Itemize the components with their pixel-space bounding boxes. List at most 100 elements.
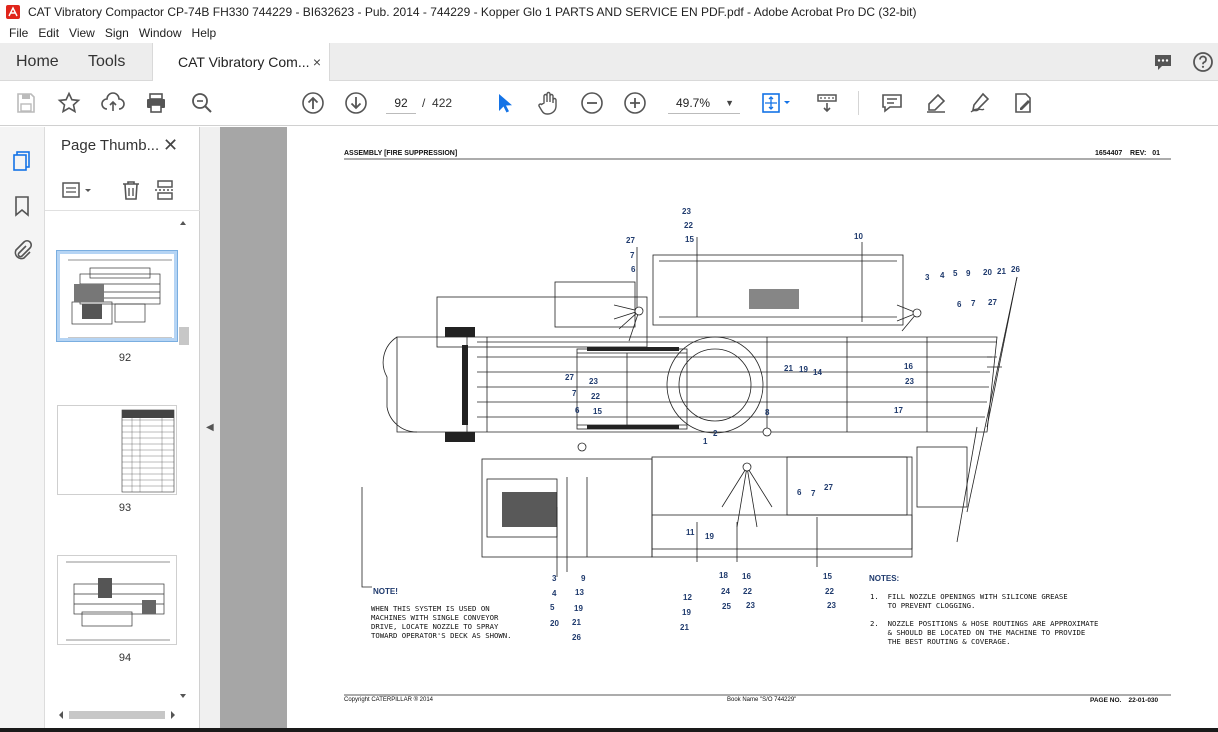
menu-sign[interactable]: Sign — [100, 26, 134, 40]
chat-icon[interactable] — [1152, 51, 1174, 73]
thumbnail-scrollbar[interactable] — [177, 219, 189, 719]
extract-page-icon[interactable] — [153, 179, 177, 201]
callout-number: 6 — [797, 488, 802, 497]
delete-page-icon[interactable] — [119, 179, 143, 201]
callout-number: 7 — [811, 489, 816, 498]
page-header-title: ASSEMBLY [FIRE SUPPRESSION] — [344, 150, 458, 157]
callout-number: 24 — [721, 587, 730, 596]
callout-number: 16 — [742, 572, 751, 581]
zoom-select[interactable]: 49.7% ▼ — [668, 92, 740, 114]
callout-number: 21 — [680, 623, 689, 632]
callout-number: 1 — [703, 437, 708, 446]
sign-icon[interactable] — [968, 91, 992, 115]
callout-number: 20 — [550, 619, 559, 628]
callout-number: 3 — [552, 574, 557, 583]
callout-number: 22 — [591, 392, 600, 401]
document-tab[interactable]: CAT Vibratory Com... × — [152, 43, 330, 82]
page-thumbnails-panel: Page Thumb... ✕ 92 93 94 — [45, 127, 200, 732]
star-icon[interactable] — [57, 91, 81, 115]
bookmark-icon[interactable] — [10, 194, 34, 218]
callout-number: 27 — [565, 373, 574, 382]
menu-file[interactable]: File — [4, 26, 33, 40]
upload-icon[interactable] — [101, 91, 125, 115]
thumbnail-page-93[interactable] — [57, 405, 177, 495]
callout-number: 27 — [626, 236, 635, 245]
home-tab[interactable]: Home — [16, 43, 59, 81]
callout-number: 21 — [997, 267, 1006, 276]
close-tab-icon[interactable]: × — [313, 43, 321, 81]
tools-tab[interactable]: Tools — [88, 43, 125, 81]
callout-number: 12 — [683, 593, 692, 602]
select-arrow-icon[interactable] — [492, 91, 516, 115]
thumbnail-horizontal-scrollbar[interactable] — [53, 707, 181, 723]
scroll-mode-icon[interactable] — [815, 91, 839, 115]
document-tab-label: CAT Vibratory Com... — [178, 54, 310, 70]
menu-help[interactable]: Help — [187, 26, 222, 40]
thumbnail-93-preview — [58, 406, 176, 494]
callout-number: 8 — [765, 408, 770, 417]
highlight-icon[interactable] — [924, 91, 948, 115]
callout-number: 26 — [572, 633, 581, 642]
page-thumbnails-icon[interactable] — [10, 149, 34, 173]
callout-number: 9 — [966, 269, 971, 278]
zoom-in-icon[interactable] — [623, 91, 647, 115]
callout-number: 19 — [799, 365, 808, 374]
thumbnail-scrollbar-thumb[interactable] — [179, 327, 189, 345]
document-view[interactable]: ASSEMBLY [FIRE SUPPRESSION] 1654407 REV:… — [220, 127, 1218, 732]
acrobat-app-icon — [6, 4, 20, 19]
help-icon[interactable] — [1192, 51, 1214, 73]
thumbnail-label-92: 92 — [118, 352, 132, 364]
callout-number: 4 — [552, 589, 557, 598]
page-down-icon[interactable] — [344, 91, 368, 115]
callout-number: 11 — [686, 528, 695, 537]
page-number-input[interactable]: 92 — [386, 92, 416, 114]
callout-number: 14 — [813, 368, 822, 377]
panel-collapse-handle[interactable]: ◀ — [200, 127, 220, 732]
callout-number: 22 — [743, 587, 752, 596]
menu-view[interactable]: View — [64, 26, 100, 40]
print-icon[interactable] — [144, 91, 168, 115]
callout-number: 5 — [550, 603, 555, 612]
thumbnail-92-preview — [60, 254, 174, 338]
callout-number: 27 — [988, 298, 997, 307]
attachment-icon[interactable] — [10, 239, 34, 263]
zoom-value: 49.7% — [676, 96, 711, 110]
taskbar-edge — [0, 728, 1218, 732]
zoom-out-icon[interactable] — [580, 91, 604, 115]
callout-number: 23 — [905, 377, 914, 386]
thumbnail-page-94[interactable] — [57, 555, 177, 645]
tab-bar: Home Tools CAT Vibratory Com... × — [0, 43, 1218, 82]
callout-number: 22 — [825, 587, 834, 596]
callout-number: 25 — [722, 602, 731, 611]
menu-window[interactable]: Window — [134, 26, 187, 40]
hand-icon[interactable] — [536, 91, 560, 115]
comment-icon[interactable] — [880, 91, 904, 115]
title-bar: CAT Vibratory Compactor CP-74B FH330 744… — [0, 0, 1218, 23]
callout-number: 15 — [823, 572, 832, 581]
callout-number: 17 — [894, 406, 903, 415]
callout-number: 9 — [581, 574, 586, 583]
zoom-search-icon[interactable] — [190, 91, 214, 115]
thumbnail-label-93: 93 — [118, 502, 132, 514]
callout-number: 4 — [940, 271, 945, 280]
callout-number: 7 — [630, 251, 635, 260]
save-icon[interactable] — [14, 91, 38, 115]
page-footer-pageno: PAGE NO. 22-01-030 — [1090, 697, 1159, 704]
callout-number: 15 — [593, 407, 602, 416]
menu-edit[interactable]: Edit — [33, 26, 64, 40]
edit-pdf-icon[interactable] — [1011, 91, 1035, 115]
thumbnail-tools — [45, 171, 200, 211]
callout-number: 5 — [953, 269, 958, 278]
thumbnail-page-92[interactable] — [56, 250, 178, 342]
page-footer-book: Book Name "S/O 744229" — [727, 697, 797, 703]
callout-number: 16 — [904, 362, 913, 371]
fit-page-icon[interactable] — [760, 91, 794, 115]
window-title: CAT Vibratory Compactor CP-74B FH330 744… — [28, 4, 917, 19]
callout-number: 7 — [572, 389, 577, 398]
callout-number: 23 — [746, 601, 755, 610]
thumbnail-options-icon[interactable] — [61, 179, 95, 201]
page-up-icon[interactable] — [301, 91, 325, 115]
left-nav-rail — [0, 127, 45, 732]
close-panel-icon[interactable]: ✕ — [163, 135, 178, 156]
note-left-text: WHEN THIS SYSTEM IS USED ON MACHINES WIT… — [371, 604, 512, 640]
